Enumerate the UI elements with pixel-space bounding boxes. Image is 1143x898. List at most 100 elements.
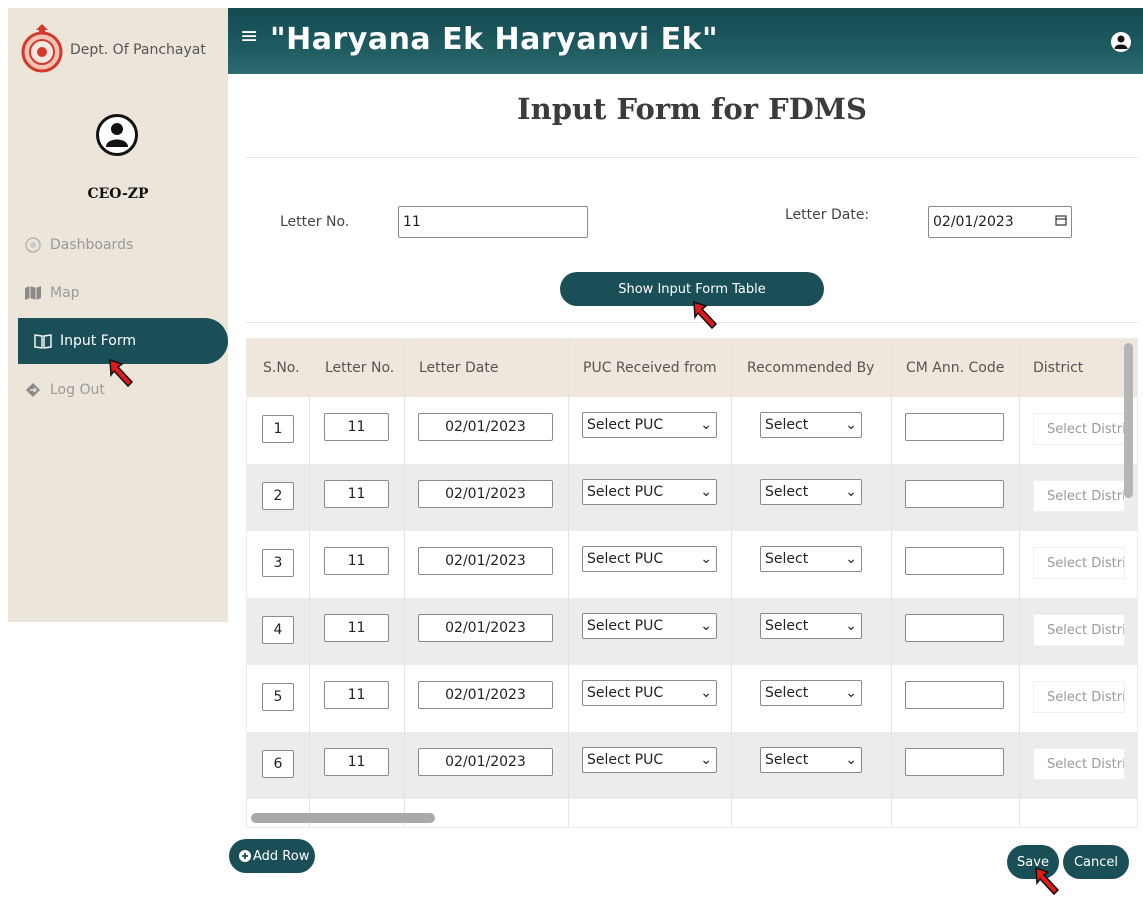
letter-no-field[interactable]: 11 — [324, 614, 389, 642]
district-select[interactable]: Select Distric — [1033, 681, 1125, 713]
chevron-down-icon: ⌄ — [845, 752, 857, 768]
table-row: 3 11 02/01/2023 Select PUC ⌄ Select ⌄ Sele… — [247, 531, 1137, 598]
recommended-by-select[interactable]: Select ⌄ — [760, 747, 862, 773]
letter-no-field[interactable]: 11 — [324, 413, 389, 441]
column-header-district: District — [1033, 360, 1084, 376]
letter-date-field[interactable]: 02/01/2023 — [418, 681, 553, 709]
vertical-scrollbar[interactable] — [1124, 343, 1133, 498]
sno-field[interactable]: 2 — [262, 482, 294, 510]
letter-no-field[interactable]: 11 — [324, 480, 389, 508]
recommended-by-select[interactable]: Select ⌄ — [760, 613, 862, 639]
sno-field[interactable]: 5 — [262, 683, 294, 711]
cm-ann-code-field[interactable] — [905, 413, 1004, 441]
table-row: 5 11 02/01/2023 Select PUC ⌄ Select ⌄ Sele… — [247, 665, 1137, 732]
letter-date-input[interactable]: 02/01/2023 — [928, 206, 1072, 238]
cm-ann-code-field[interactable] — [905, 614, 1004, 642]
page-title: Input Form for FDMS — [517, 92, 867, 126]
puc-select[interactable]: Select PUC ⌄ — [582, 613, 717, 639]
column-separator — [404, 598, 405, 665]
menu-icon[interactable]: ≡ — [240, 24, 258, 49]
puc-select[interactable]: Select PUC ⌄ — [582, 479, 717, 505]
recommended-by-select[interactable]: Select ⌄ — [760, 680, 862, 706]
chevron-down-icon: ⌄ — [845, 618, 857, 634]
letter-no-field[interactable]: 11 — [324, 547, 389, 575]
puc-select[interactable]: Select PUC ⌄ — [582, 680, 717, 706]
district-select[interactable]: Select Distric — [1033, 413, 1125, 445]
table-header: S.No. Letter No. Letter Date PUC Receive… — [247, 339, 1137, 397]
column-separator — [731, 339, 732, 397]
district-select[interactable]: Select Distric — [1033, 748, 1125, 780]
top-header: ≡ "Haryana Ek Haryanvi Ek" — [228, 8, 1143, 74]
puc-select[interactable]: Select PUC ⌄ — [582, 747, 717, 773]
column-separator — [731, 598, 732, 665]
column-separator — [404, 397, 405, 464]
letter-date-value: 02/01/2023 — [933, 214, 1014, 230]
column-separator — [309, 464, 310, 531]
column-header-letter-no: Letter No. — [325, 360, 395, 376]
sno-field[interactable]: 1 — [262, 415, 294, 443]
add-row-button[interactable]: Add Row — [229, 839, 315, 873]
letter-date-field[interactable]: 02/01/2023 — [418, 614, 553, 642]
column-separator — [568, 531, 569, 598]
letter-date-field[interactable]: 02/01/2023 — [418, 480, 553, 508]
chevron-down-icon: ⌄ — [845, 484, 857, 500]
letter-no-input[interactable]: 11 — [398, 206, 588, 238]
column-separator — [309, 397, 310, 464]
column-separator — [1019, 598, 1020, 665]
cm-ann-code-field[interactable] — [905, 547, 1004, 575]
letter-date-field[interactable]: 02/01/2023 — [418, 748, 553, 776]
column-separator — [309, 531, 310, 598]
cm-ann-code-field[interactable] — [905, 748, 1004, 776]
column-separator — [309, 732, 310, 799]
cm-ann-code-field[interactable] — [905, 480, 1004, 508]
letter-no-field[interactable]: 11 — [324, 748, 389, 776]
user-account-icon[interactable] — [1111, 32, 1131, 52]
column-separator — [568, 598, 569, 665]
district-select[interactable]: Select Distric — [1033, 480, 1125, 512]
recommended-by-select[interactable]: Select ⌄ — [760, 412, 862, 438]
app-root: Dept. Of Panchayat CEO-ZP Dashboards Map — [0, 0, 1143, 898]
recommended-by-select[interactable]: Select ⌄ — [760, 546, 862, 572]
sidebar-item-map[interactable]: Map — [8, 270, 228, 316]
dashboard-icon — [24, 236, 42, 254]
recommended-select-value: Select — [765, 484, 809, 500]
district-select[interactable]: Select Distric — [1033, 547, 1125, 579]
annotation-arrow-icon — [693, 300, 718, 330]
puc-select[interactable]: Select PUC ⌄ — [582, 546, 717, 572]
district-select[interactable]: Select Distric — [1033, 614, 1125, 646]
cancel-button[interactable]: Cancel — [1063, 845, 1129, 879]
column-separator — [309, 665, 310, 732]
sno-field[interactable]: 4 — [262, 616, 294, 644]
column-separator — [891, 339, 892, 397]
user-avatar-icon — [106, 123, 128, 147]
input-table: S.No. Letter No. Letter Date PUC Receive… — [246, 338, 1138, 828]
letter-no-field[interactable]: 11 — [324, 681, 389, 709]
chevron-down-icon: ⌄ — [700, 551, 712, 567]
column-separator — [1019, 665, 1020, 732]
sidebar-item-label: Dashboards — [50, 237, 134, 253]
plus-circle-icon — [239, 850, 251, 862]
sidebar-item-dashboards[interactable]: Dashboards — [8, 222, 228, 268]
column-separator — [891, 665, 892, 732]
horizontal-scrollbar[interactable] — [251, 813, 435, 823]
sno-field[interactable]: 3 — [262, 549, 294, 577]
column-separator — [891, 598, 892, 665]
column-separator — [309, 339, 310, 397]
column-separator — [568, 665, 569, 732]
puc-select-value: Select PUC — [587, 685, 664, 701]
column-separator — [404, 665, 405, 732]
column-separator — [1019, 531, 1020, 598]
column-separator — [568, 397, 569, 464]
sidebar-item-label: Map — [50, 285, 80, 301]
letter-date-field[interactable]: 02/01/2023 — [418, 413, 553, 441]
recommended-by-select[interactable]: Select ⌄ — [760, 479, 862, 505]
cm-ann-code-field[interactable] — [905, 681, 1004, 709]
sno-field[interactable]: 6 — [262, 750, 294, 778]
letter-date-field[interactable]: 02/01/2023 — [418, 547, 553, 575]
column-separator — [568, 464, 569, 531]
calendar-icon[interactable] — [1055, 214, 1067, 230]
column-header-sno: S.No. — [263, 360, 300, 376]
puc-select-value: Select PUC — [587, 417, 664, 433]
puc-select[interactable]: Select PUC ⌄ — [582, 412, 717, 438]
column-header-letter-date: Letter Date — [419, 360, 499, 376]
